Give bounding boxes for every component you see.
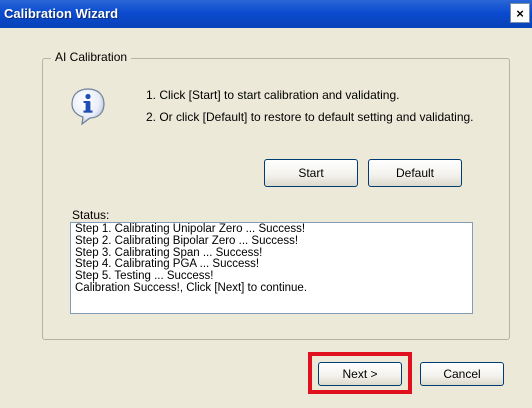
window-title: Calibration Wizard: [4, 6, 119, 21]
instruction-line-2: 2. Or click [Default] to restore to defa…: [146, 110, 474, 124]
title-bar[interactable]: Calibration Wizard ×: [0, 0, 532, 28]
status-label: Status:: [72, 208, 110, 222]
status-line: Step 2. Calibrating Bipolar Zero ... Suc…: [75, 234, 299, 247]
cancel-button[interactable]: Cancel: [420, 362, 504, 386]
status-log[interactable]: Step 1. Calibrating Unipolar Zero ... Su…: [70, 222, 473, 314]
group-title: AI Calibration: [51, 50, 132, 64]
next-button[interactable]: Next >: [318, 362, 402, 386]
calibration-wizard-window: Calibration Wizard × AI Calibration 1. C…: [0, 0, 532, 408]
status-line: Calibration Success!, Click [Next] to co…: [75, 281, 308, 294]
instruction-line-1: 1. Click [Start] to start calibration an…: [146, 88, 400, 102]
close-button[interactable]: ×: [510, 3, 530, 23]
close-icon: ×: [516, 5, 524, 21]
info-icon: [71, 88, 105, 126]
default-button[interactable]: Default: [368, 159, 462, 187]
start-button[interactable]: Start: [264, 159, 358, 187]
